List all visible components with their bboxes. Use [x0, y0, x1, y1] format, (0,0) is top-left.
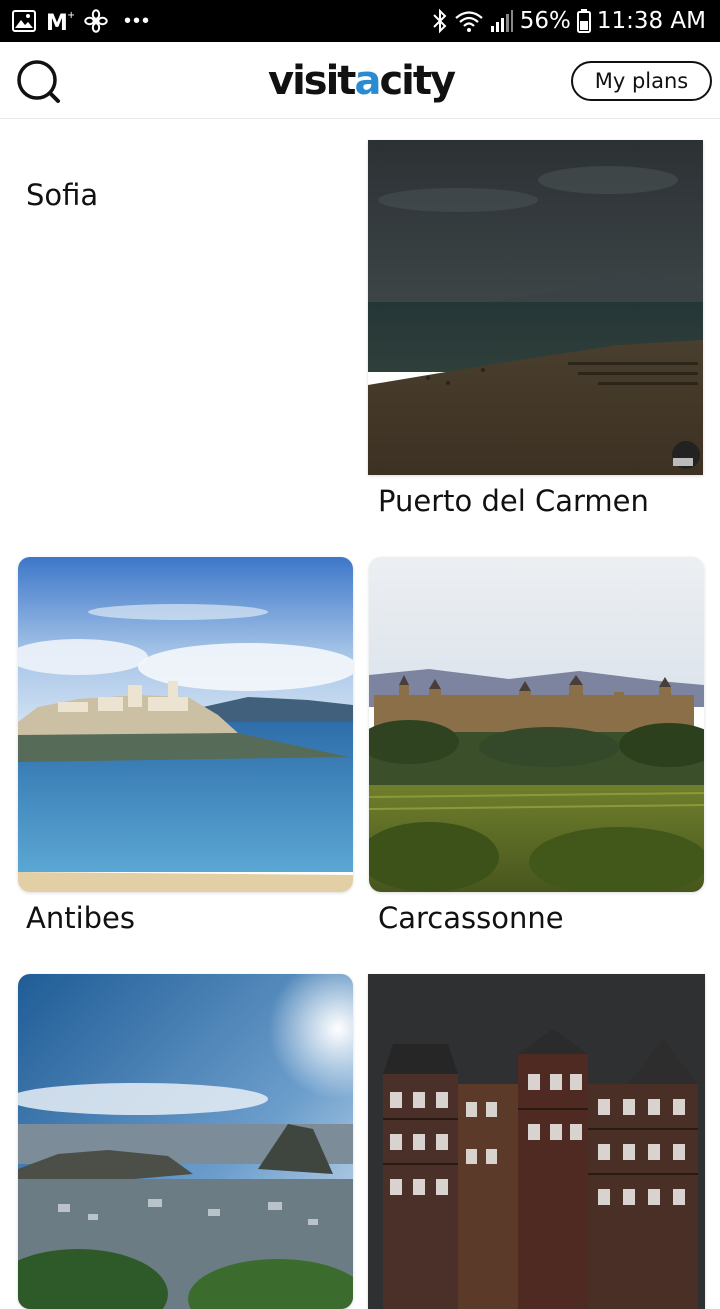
city-card-sofia[interactable]: Sofia [18, 140, 353, 520]
gallery-icon [12, 10, 36, 32]
app-header: visitacity My plans [0, 42, 720, 119]
battery-percent: 56% [519, 8, 571, 34]
city-image [18, 974, 353, 1309]
gmail-icon: M + [46, 10, 74, 32]
search-button[interactable] [14, 58, 62, 106]
signal-icon [490, 10, 513, 32]
city-image [368, 140, 703, 475]
more-notifications-icon: ••• [124, 9, 152, 32]
city-name: Puerto del Carmen [378, 484, 649, 518]
city-name: Sofia [26, 178, 99, 212]
fan-icon [84, 9, 108, 33]
battery-icon [576, 9, 591, 33]
city-card-6[interactable] [368, 974, 705, 1309]
city-name: Carcassonne [378, 901, 564, 935]
city-card-carcassonne[interactable]: Carcassonne [369, 557, 704, 942]
search-icon [17, 60, 60, 103]
svg-text:+: + [67, 10, 74, 21]
my-plans-button[interactable]: My plans [571, 61, 712, 101]
city-card-5[interactable] [18, 974, 353, 1309]
visitacity-logo[interactable]: visitacity [268, 56, 456, 106]
city-card-puerto-del-carmen[interactable]: Puerto del Carmen [368, 140, 704, 525]
svg-text:M: M [46, 11, 68, 32]
city-image [369, 557, 704, 892]
status-bar: M + ••• 56% 11:38 AM [0, 0, 720, 42]
wifi-icon [454, 11, 483, 32]
city-image [368, 974, 705, 1309]
logo-text-visit: visit [268, 58, 356, 104]
logo-text-accent: a [354, 58, 381, 104]
city-name: Antibes [26, 901, 136, 935]
clock: 11:38 AM [596, 8, 706, 34]
logo-text-city: city [379, 58, 456, 104]
bluetooth-icon [432, 8, 447, 34]
city-image [18, 557, 353, 892]
city-card-antibes[interactable]: Antibes [18, 557, 353, 942]
